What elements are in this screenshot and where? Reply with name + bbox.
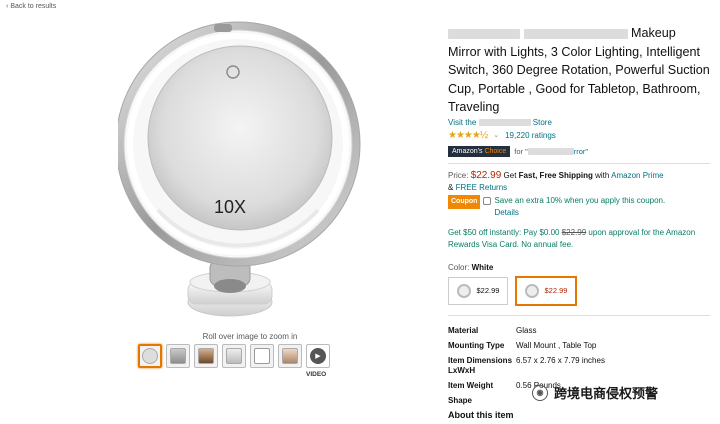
color-option-2[interactable]: $22.99 [516,276,576,305]
video-label: VIDEO [306,371,327,378]
mirror-swatch-icon [524,283,539,298]
about-heading: About this item [448,410,514,420]
store-link[interactable]: Visit the Store [448,118,710,127]
zoom-label: 10X [214,197,246,217]
product-info: Makeup Mirror with Lights, 3 Color Light… [448,24,710,411]
color-option-1[interactable]: $22.99 [448,276,508,305]
thumbnail-strip: ▶ [138,344,330,368]
rating-row: ★★★★½ ⌄ 19,220 ratings [448,130,710,141]
redacted-text [523,28,628,39]
color-selector: Color: White [448,262,494,272]
prime-link[interactable]: Amazon Prime [611,171,663,180]
spec-row: Item Dimensions LxWxH 6.57 x 2.76 x 7.79 … [448,355,605,375]
thumbnail-4[interactable] [222,344,246,368]
watermark: ◉ 跨境电商侵权预警 [532,383,658,402]
play-icon: ▶ [310,348,326,364]
coupon-checkbox[interactable] [483,196,492,205]
price-amount: $22.99 [470,169,502,181]
back-label: Back to results [10,3,57,10]
spec-row: Mounting Type Wall Mount , Table Top [448,340,597,350]
main-product-image[interactable]: 10X [115,20,388,328]
product-title: Makeup Mirror with Lights, 3 Color Light… [448,26,710,115]
color-options: $22.99 $22.99 [448,276,710,305]
spec-row: Material Glass [448,325,537,335]
thumbnail-2[interactable] [166,344,190,368]
product-page: ‹ Back to results 10X Roll over image to… [0,0,720,424]
chevron-down-icon[interactable]: ⌄ [493,131,499,139]
back-to-results-link[interactable]: ‹ Back to results [6,3,56,10]
thumbnail-6[interactable] [278,344,302,368]
redacted-text [448,28,520,39]
video-thumbnail[interactable]: ▶ [306,344,330,368]
coupon-badge: Coupon [448,194,481,209]
ratings-count-link[interactable]: 19,220 ratings [505,131,556,140]
thumbnail-1[interactable] [138,344,162,368]
coupon-text: Save an extra 10% when you apply this co… [494,195,666,217]
chat-icon: ◉ [532,384,548,401]
free-returns-link[interactable]: FREE Returns [456,183,508,192]
zoom-hint: Roll over image to zoom in [202,332,298,341]
mirror-image: 10X [115,21,361,317]
chevron-left-icon: ‹ [6,3,9,10]
visa-offer[interactable]: Get $50 off instantly: Pay $0.00 $22.99 … [448,227,710,251]
thumbnail-5[interactable] [250,344,274,368]
divider [448,314,710,316]
coupon-row: Coupon Save an extra 10% when you apply … [448,194,710,219]
price-block: Price: $22.99 Get Fast, Free Shipping wi… [448,169,664,192]
mirror-swatch-icon [456,283,471,298]
amazons-choice: Amazon's Choice for " rror" [448,145,710,157]
choice-keyword-link[interactable]: for " rror" [514,147,588,156]
star-rating-icon[interactable]: ★★★★½ [448,130,488,141]
divider [448,162,710,164]
thumbnail-3[interactable] [194,344,218,368]
coupon-details-link[interactable]: Details [494,208,518,217]
amazons-choice-badge: Amazon's Choice [448,145,511,157]
